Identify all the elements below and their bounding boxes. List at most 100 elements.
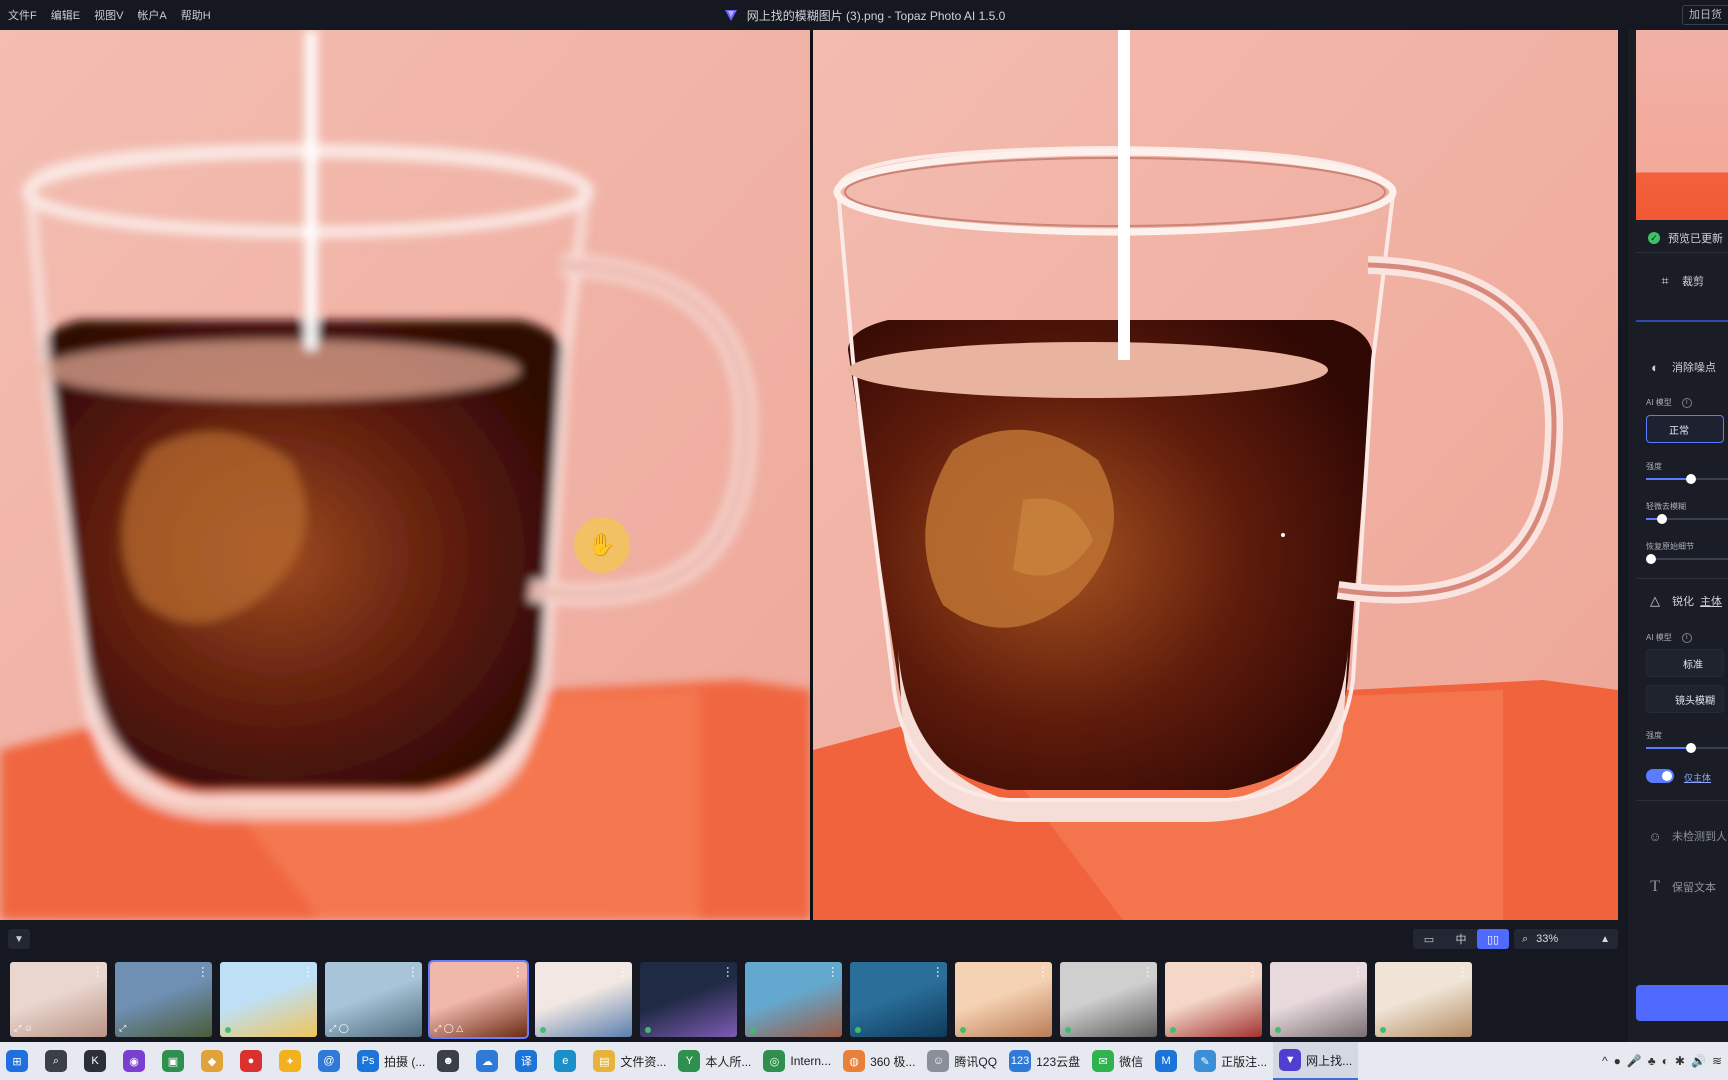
more-options-icon[interactable]: ⋯	[1246, 966, 1260, 977]
more-options-icon[interactable]: ⋯	[1351, 966, 1365, 977]
filmstrip-thumb-underwater[interactable]: ⋯	[850, 962, 947, 1037]
denoise-strength-slider[interactable]	[1646, 473, 1728, 485]
sharpen-strength-slider[interactable]	[1646, 742, 1728, 754]
slider-knob[interactable]	[1646, 554, 1656, 564]
more-options-icon[interactable]: ⋯	[91, 966, 105, 977]
chevron-up-icon[interactable]: ▲	[1600, 934, 1610, 945]
sharpen-model-standard[interactable]: 标准	[1646, 649, 1724, 677]
taskbar-panda[interactable]: ☻	[431, 1042, 470, 1080]
taskbar-internet[interactable]: ◎ Intern...	[757, 1042, 837, 1080]
taskbar-onedrive[interactable]: ☁	[470, 1042, 509, 1080]
tray-icon[interactable]: 🎤	[1627, 1054, 1642, 1068]
more-options-icon[interactable]: ⋯	[931, 966, 945, 977]
title-right-button[interactable]: 加日货	[1682, 5, 1728, 25]
subject-only-link[interactable]: 仅主体	[1684, 771, 1711, 784]
taskbar-photoshop[interactable]: Ps 拍摄 (...	[351, 1042, 431, 1080]
filmstrip-thumb-baby-face[interactable]: ⋯	[535, 962, 632, 1037]
slider-knob[interactable]	[1686, 474, 1696, 484]
taskbar-app-m[interactable]: M	[1149, 1042, 1188, 1080]
filmstrip-thumb-anime-girl[interactable]: ⋯	[955, 962, 1052, 1037]
filmstrip-thumb-anime-boy[interactable]: ⋯	[640, 962, 737, 1037]
info-icon[interactable]: i	[1681, 397, 1692, 408]
taskbar-start[interactable]: ⊞	[0, 1042, 39, 1080]
more-options-icon[interactable]: ⋯	[511, 966, 525, 977]
text-preserve-row[interactable]: T 保留文本	[1628, 878, 1728, 896]
more-options-icon[interactable]: ⋯	[826, 966, 840, 977]
side-by-side-button[interactable]: 中	[1445, 929, 1477, 949]
denoise-model-select[interactable]: 正常	[1646, 415, 1724, 443]
tray-icon[interactable]: ◐	[1662, 1054, 1669, 1068]
taskbar-cloud-123[interactable]: 123 123云盘	[1003, 1042, 1086, 1080]
slider-knob[interactable]	[1657, 514, 1667, 524]
collapse-filmstrip-button[interactable]: ▼	[8, 929, 30, 949]
enhanced-image	[813, 30, 1618, 920]
filmstrip-thumb-old-man[interactable]: ⋯	[1060, 962, 1157, 1037]
taskbar-app-record[interactable]: ●	[234, 1042, 273, 1080]
app-y-icon: Y	[678, 1050, 701, 1072]
more-options-icon[interactable]: ⋯	[196, 966, 210, 977]
taskbar-edge[interactable]: e	[548, 1042, 587, 1080]
enhanced-preview[interactable]	[813, 30, 1618, 920]
more-options-icon[interactable]: ⋯	[721, 966, 735, 977]
split-view-button[interactable]: ▯▯	[1477, 929, 1509, 949]
filmstrip-thumb-yosemite[interactable]: ⋯ ⤢ ◯	[325, 962, 422, 1037]
taskbar-search[interactable]: ⌕	[39, 1042, 78, 1080]
taskbar-app-cube[interactable]: ◆	[195, 1042, 234, 1080]
taskbar-qq[interactable]: ☺ 腾讯QQ	[921, 1042, 1003, 1080]
taskbar-translate[interactable]: 译	[509, 1042, 548, 1080]
menu-edit[interactable]: 编辑E	[51, 7, 80, 23]
more-options-icon[interactable]: ⋯	[616, 966, 630, 977]
filmstrip-thumb-coffee-cup[interactable]: ⋯ ⤢ ◯ △	[428, 960, 529, 1039]
slider-knob[interactable]	[1686, 743, 1696, 753]
more-options-icon[interactable]: ⋯	[1036, 966, 1050, 977]
taskbar-app-purple[interactable]: ◉	[117, 1042, 156, 1080]
taskbar-app-k[interactable]: K	[78, 1042, 117, 1080]
filmstrip-thumb-portrait-woman[interactable]: ⋯ ⤢ ☺	[10, 962, 107, 1037]
more-options-icon[interactable]: ⋯	[301, 966, 315, 977]
single-view-button[interactable]: ▭	[1413, 929, 1445, 949]
filmstrip-thumb-mountain-lake[interactable]: ⋯ ⤢	[115, 962, 212, 1037]
original-preview[interactable]: ✋	[0, 30, 811, 920]
tray-icon[interactable]: ^	[1602, 1054, 1608, 1068]
sharpen-model-lens[interactable]: 镜头模糊	[1646, 685, 1724, 713]
filmstrip-thumb-cartoon-duck[interactable]: ⋯	[220, 962, 317, 1037]
subject-only-toggle[interactable]	[1646, 769, 1674, 783]
filmstrip-thumb-girl-portrait[interactable]: ⋯	[1270, 962, 1367, 1037]
navigator-preview[interactable]	[1636, 30, 1728, 220]
filmstrip-thumb-retro-woman[interactable]: ⋯	[1165, 962, 1262, 1037]
taskbar-topaz[interactable]: ▼ 网上找...	[1273, 1042, 1359, 1080]
denoise-detail-slider[interactable]	[1646, 553, 1728, 565]
taskbar-app-green[interactable]: ▣	[156, 1042, 195, 1080]
zoom-control[interactable]: ⌕ 33% ▲	[1514, 929, 1618, 949]
tray-icon[interactable]: ♣	[1648, 1054, 1656, 1068]
taskbar-wechat[interactable]: ✉ 微信	[1086, 1042, 1149, 1080]
taskbar-explorer[interactable]: ▤ 文件资...	[587, 1042, 672, 1080]
menu-file[interactable]: 文件F	[8, 7, 37, 23]
more-options-icon[interactable]: ⋯	[1456, 966, 1470, 977]
crop-button[interactable]: ⌗ 裁剪	[1628, 272, 1728, 290]
tray-icon[interactable]: 🔊	[1691, 1054, 1706, 1068]
taskbar-app-yellow[interactable]: ✦	[273, 1042, 312, 1080]
taskbar-browser-360[interactable]: ◍ 360 极...	[837, 1042, 921, 1080]
info-icon[interactable]: i	[1681, 632, 1692, 643]
menu-help[interactable]: 帮助H	[181, 7, 211, 23]
menu-account[interactable]: 帐户A	[137, 7, 166, 23]
taskbar-app-note[interactable]: ✎ 正版注...	[1188, 1042, 1273, 1080]
sharpen-subject-link[interactable]: 主体	[1700, 593, 1722, 609]
filmstrip-thumb-woman-hat[interactable]: ⋯	[1375, 962, 1472, 1037]
tray-icon[interactable]: ✱	[1675, 1054, 1685, 1068]
more-options-icon[interactable]: ⋯	[406, 966, 420, 977]
menu-view[interactable]: 视图V	[94, 7, 123, 23]
tray-icon[interactable]: ≋	[1712, 1054, 1722, 1068]
denoise-header[interactable]: ◐ 消除噪点	[1628, 358, 1728, 376]
image-viewer[interactable]: ✋	[0, 30, 1618, 920]
filmstrip-thumb-woman-red-hair[interactable]: ⋯	[745, 962, 842, 1037]
tray-icon[interactable]: ●	[1614, 1054, 1621, 1068]
denoise-blur-slider[interactable]	[1646, 513, 1728, 525]
more-options-icon[interactable]: ⋯	[1141, 966, 1155, 977]
taskbar-app-y[interactable]: Y 本人所...	[672, 1042, 757, 1080]
export-button[interactable]	[1636, 985, 1728, 1021]
face-recovery-row[interactable]: ☺ 未检测到人	[1628, 827, 1728, 845]
sharpen-header[interactable]: △ 锐化 主体	[1628, 592, 1728, 610]
taskbar-app-mail[interactable]: @	[312, 1042, 351, 1080]
